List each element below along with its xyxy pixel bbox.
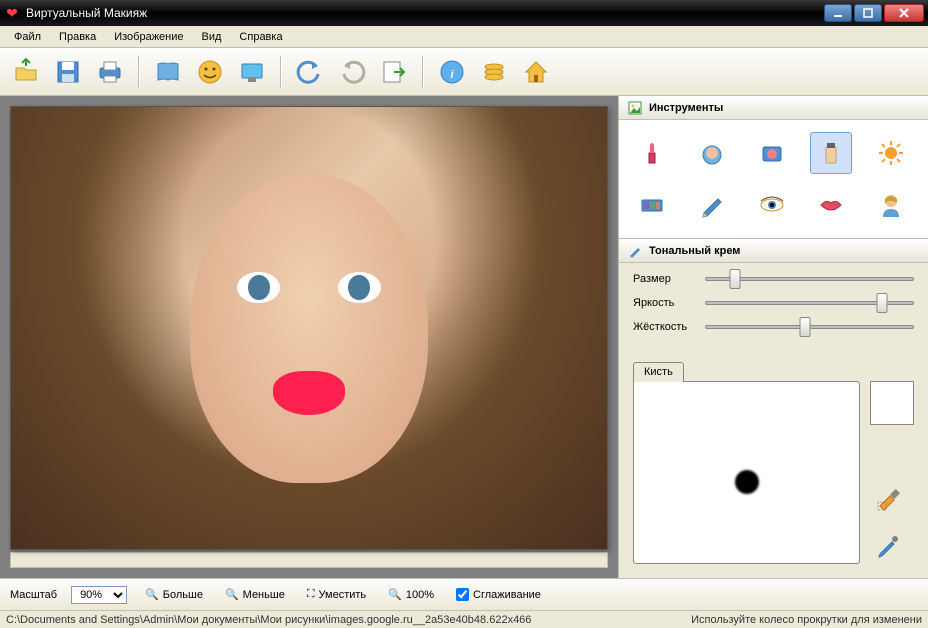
size-slider-row: Размер [633, 273, 914, 285]
sliders-panel: Размер Яркость Жёсткость [619, 263, 928, 355]
menubar: Файл Правка Изображение Вид Справка [0, 26, 928, 48]
tools-title: Инструменты [649, 102, 723, 114]
color-swatch[interactable] [870, 381, 914, 425]
fit-button[interactable]: ⛶Уместить [303, 586, 370, 603]
redo-button[interactable] [334, 54, 370, 90]
window-buttons [824, 4, 924, 22]
brush-dot-icon [735, 470, 759, 494]
maximize-button[interactable] [854, 4, 882, 22]
screen-button[interactable] [234, 54, 270, 90]
tool-grid [619, 120, 928, 239]
smoothing-check[interactable]: Сглаживание [452, 586, 545, 603]
brush-header-icon [627, 243, 643, 259]
current-tool-header: Тональный крем [619, 239, 928, 263]
menu-help[interactable]: Справка [231, 29, 290, 45]
brush-area: Кисть [619, 355, 928, 578]
minimize-button[interactable] [824, 4, 852, 22]
canvas-area [0, 96, 618, 578]
zoom-in-button[interactable]: 🔍Больше [141, 586, 207, 603]
image-icon [627, 100, 643, 116]
eyedropper-icon[interactable] [870, 528, 906, 564]
magnify-minus-icon: 🔍 [225, 588, 239, 601]
open-button[interactable] [8, 54, 44, 90]
app-icon: ❤ [4, 5, 20, 21]
right-panel: Инструменты Тональный крем Размер Яркос [618, 96, 928, 578]
eye-icon[interactable] [751, 184, 793, 226]
smile-button[interactable] [192, 54, 228, 90]
content-area: Инструменты Тональный крем Размер Яркос [0, 96, 928, 578]
brightness-slider[interactable] [705, 301, 914, 305]
person-icon[interactable] [870, 184, 912, 226]
current-tool-title: Тональный крем [649, 245, 740, 257]
zoom-select[interactable]: 90% [71, 586, 127, 604]
menu-file[interactable]: Файл [6, 29, 49, 45]
image-canvas[interactable] [10, 106, 608, 550]
bottombar: Масштаб 90% 🔍Больше 🔍Меньше ⛶Уместить 🔍1… [0, 578, 928, 610]
brightness-slider-row: Яркость [633, 297, 914, 309]
size-slider[interactable] [705, 277, 914, 281]
magnify-plus-icon: 🔍 [145, 588, 159, 601]
toolbar: i [0, 48, 928, 96]
paint-tool-icon[interactable] [870, 480, 906, 516]
status-path: C:\Documents and Settings\Admin\Мои доку… [6, 614, 531, 626]
titlebar: ❤ Виртуальный Макияж [0, 0, 928, 26]
print-button[interactable] [92, 54, 128, 90]
home-button[interactable] [518, 54, 554, 90]
info-button[interactable]: i [434, 54, 470, 90]
magnify-icon: 🔍 [388, 588, 402, 601]
lips-icon[interactable] [810, 184, 852, 226]
sun-icon[interactable] [870, 132, 912, 174]
undo-button[interactable] [292, 54, 328, 90]
tools-panel-header: Инструменты [619, 96, 928, 120]
hardness-slider-row: Жёсткость [633, 321, 914, 333]
coins-button[interactable] [476, 54, 512, 90]
statusbar: C:\Documents and Settings\Admin\Мои доку… [0, 610, 928, 628]
foundation-icon[interactable] [810, 132, 852, 174]
hundred-button[interactable]: 🔍100% [384, 586, 438, 603]
horizontal-scrollbar[interactable] [10, 552, 608, 568]
zoom-out-button[interactable]: 🔍Меньше [221, 586, 289, 603]
size-label: Размер [633, 273, 705, 285]
menu-edit[interactable]: Правка [51, 29, 104, 45]
smoothing-checkbox[interactable] [456, 588, 469, 601]
save-button[interactable] [50, 54, 86, 90]
export-button[interactable] [376, 54, 412, 90]
brush-preview: Кисть [633, 381, 860, 564]
zoom-label: Масштаб [10, 589, 57, 601]
pencil-icon[interactable] [691, 184, 733, 226]
blush-icon[interactable] [751, 132, 793, 174]
eyeshadow-icon[interactable] [631, 184, 673, 226]
brush-side [870, 381, 914, 564]
book-button[interactable] [150, 54, 186, 90]
status-hint: Используйте колесо прокрутки для изменен… [691, 614, 922, 626]
lipstick-icon[interactable] [631, 132, 673, 174]
menu-image[interactable]: Изображение [106, 29, 191, 45]
powder-icon[interactable] [691, 132, 733, 174]
brightness-label: Яркость [633, 297, 705, 309]
hardness-label: Жёсткость [633, 321, 705, 333]
close-button[interactable] [884, 4, 924, 22]
menu-view[interactable]: Вид [194, 29, 230, 45]
brush-tab[interactable]: Кисть [633, 362, 684, 382]
fit-icon: ⛶ [307, 588, 315, 601]
hardness-slider[interactable] [705, 325, 914, 329]
window-title: Виртуальный Макияж [26, 6, 824, 20]
